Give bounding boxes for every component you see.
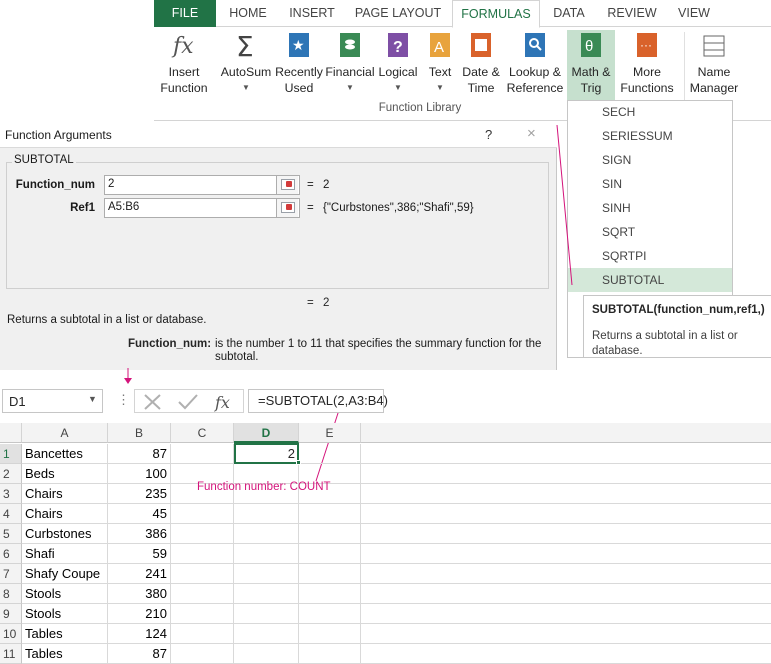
cell-empty[interactable] — [171, 584, 234, 604]
cell-empty[interactable] — [299, 544, 361, 564]
column-header-a[interactable]: A — [22, 423, 108, 443]
cell-empty[interactable] — [361, 464, 771, 484]
cell-empty[interactable] — [361, 544, 771, 564]
row-header[interactable]: 2 — [0, 464, 22, 484]
cell-empty[interactable] — [171, 604, 234, 624]
cell-item-value[interactable]: 124 — [108, 624, 171, 644]
row-header[interactable]: 7 — [0, 564, 22, 584]
cell-empty[interactable] — [299, 624, 361, 644]
column-header-c[interactable]: C — [171, 423, 234, 443]
cell-empty[interactable] — [361, 444, 771, 464]
cell-empty[interactable] — [361, 524, 771, 544]
cell-empty[interactable] — [299, 564, 361, 584]
cell-item-value[interactable]: 235 — [108, 484, 171, 504]
cell-item-name[interactable]: Chairs — [22, 484, 108, 504]
cell-empty[interactable] — [299, 504, 361, 524]
row-header[interactable]: 5 — [0, 524, 22, 544]
row-header[interactable]: 3 — [0, 484, 22, 504]
cell-item-name[interactable]: Stools — [22, 584, 108, 604]
column-header-e[interactable]: E — [299, 423, 361, 443]
more-options-icon[interactable]: ⋮ — [117, 392, 130, 408]
cell-empty[interactable] — [361, 584, 771, 604]
cell-item-name[interactable]: Tables — [22, 624, 108, 644]
cell-empty[interactable] — [171, 564, 234, 584]
row-header[interactable]: 10 — [0, 624, 22, 644]
cell-item-value[interactable]: 210 — [108, 604, 171, 624]
column-header-filler — [361, 423, 771, 443]
cell-empty[interactable] — [234, 584, 299, 604]
row-header[interactable]: 6 — [0, 544, 22, 564]
cell-empty[interactable] — [171, 524, 234, 544]
insert-function-icon[interactable]: fx — [214, 393, 230, 412]
cell-empty[interactable] — [361, 604, 771, 624]
cancel-icon[interactable] — [144, 394, 161, 410]
cell-item-name[interactable]: Shafy Coupe — [22, 564, 108, 584]
cell-empty[interactable] — [234, 504, 299, 524]
cell-empty[interactable] — [299, 584, 361, 604]
cell-empty[interactable] — [171, 504, 234, 524]
cell-empty[interactable] — [361, 564, 771, 584]
cell-d1[interactable]: 2 — [236, 445, 297, 463]
chevron-down-icon[interactable]: ▼ — [88, 394, 97, 404]
cell-empty[interactable] — [234, 624, 299, 644]
cell-empty[interactable] — [299, 444, 361, 464]
cell-empty[interactable] — [171, 624, 234, 644]
row-header[interactable]: 11 — [0, 644, 22, 664]
cell-empty[interactable] — [234, 604, 299, 624]
cell-empty[interactable] — [299, 604, 361, 624]
cell-empty[interactable] — [361, 624, 771, 644]
cell-item-name[interactable]: Chairs — [22, 504, 108, 524]
select-all-corner[interactable] — [0, 423, 22, 443]
row-header[interactable]: 1 — [0, 444, 22, 464]
cell-item-value[interactable]: 241 — [108, 564, 171, 584]
cell-item-value[interactable]: 386 — [108, 524, 171, 544]
cell-empty[interactable] — [171, 444, 234, 464]
cell-item-name[interactable]: Curbstones — [22, 524, 108, 544]
svg-text:fx: fx — [214, 393, 230, 412]
formula-arg-highlight: 2 — [337, 393, 345, 408]
annotation-function-number: Function number: COUNT — [197, 481, 331, 493]
cell-empty[interactable] — [234, 544, 299, 564]
formula-text: =SUBTOTAL(2,A3:B4) — [258, 393, 388, 408]
column-header-b[interactable]: B — [108, 423, 171, 443]
row-header[interactable]: 9 — [0, 604, 22, 624]
cell-empty[interactable] — [361, 644, 771, 664]
cell-empty[interactable] — [171, 544, 234, 564]
cell-item-value[interactable]: 100 — [108, 464, 171, 484]
cell-item-name[interactable]: Shafi — [22, 544, 108, 564]
cell-item-value[interactable]: 87 — [108, 444, 171, 464]
cell-item-value[interactable]: 87 — [108, 644, 171, 664]
cell-item-name[interactable]: Stools — [22, 604, 108, 624]
cell-empty[interactable] — [299, 524, 361, 544]
row-header[interactable]: 8 — [0, 584, 22, 604]
row-header[interactable]: 4 — [0, 504, 22, 524]
cell-empty[interactable] — [171, 644, 234, 664]
cell-empty[interactable] — [361, 484, 771, 504]
cell-item-name[interactable]: Tables — [22, 644, 108, 664]
cell-empty[interactable] — [234, 564, 299, 584]
enter-icon[interactable] — [178, 394, 198, 410]
formula-bar-buttons: fx — [134, 389, 244, 413]
cell-empty[interactable] — [234, 644, 299, 664]
cell-item-name[interactable]: Bancettes — [22, 444, 108, 464]
cell-empty[interactable] — [234, 524, 299, 544]
cell-item-value[interactable]: 59 — [108, 544, 171, 564]
cell-item-value[interactable]: 45 — [108, 504, 171, 524]
cell-empty[interactable] — [299, 644, 361, 664]
column-header-d[interactable]: D — [234, 423, 299, 443]
cell-empty[interactable] — [361, 504, 771, 524]
cell-item-name[interactable]: Beds — [22, 464, 108, 484]
cell-item-value[interactable]: 380 — [108, 584, 171, 604]
